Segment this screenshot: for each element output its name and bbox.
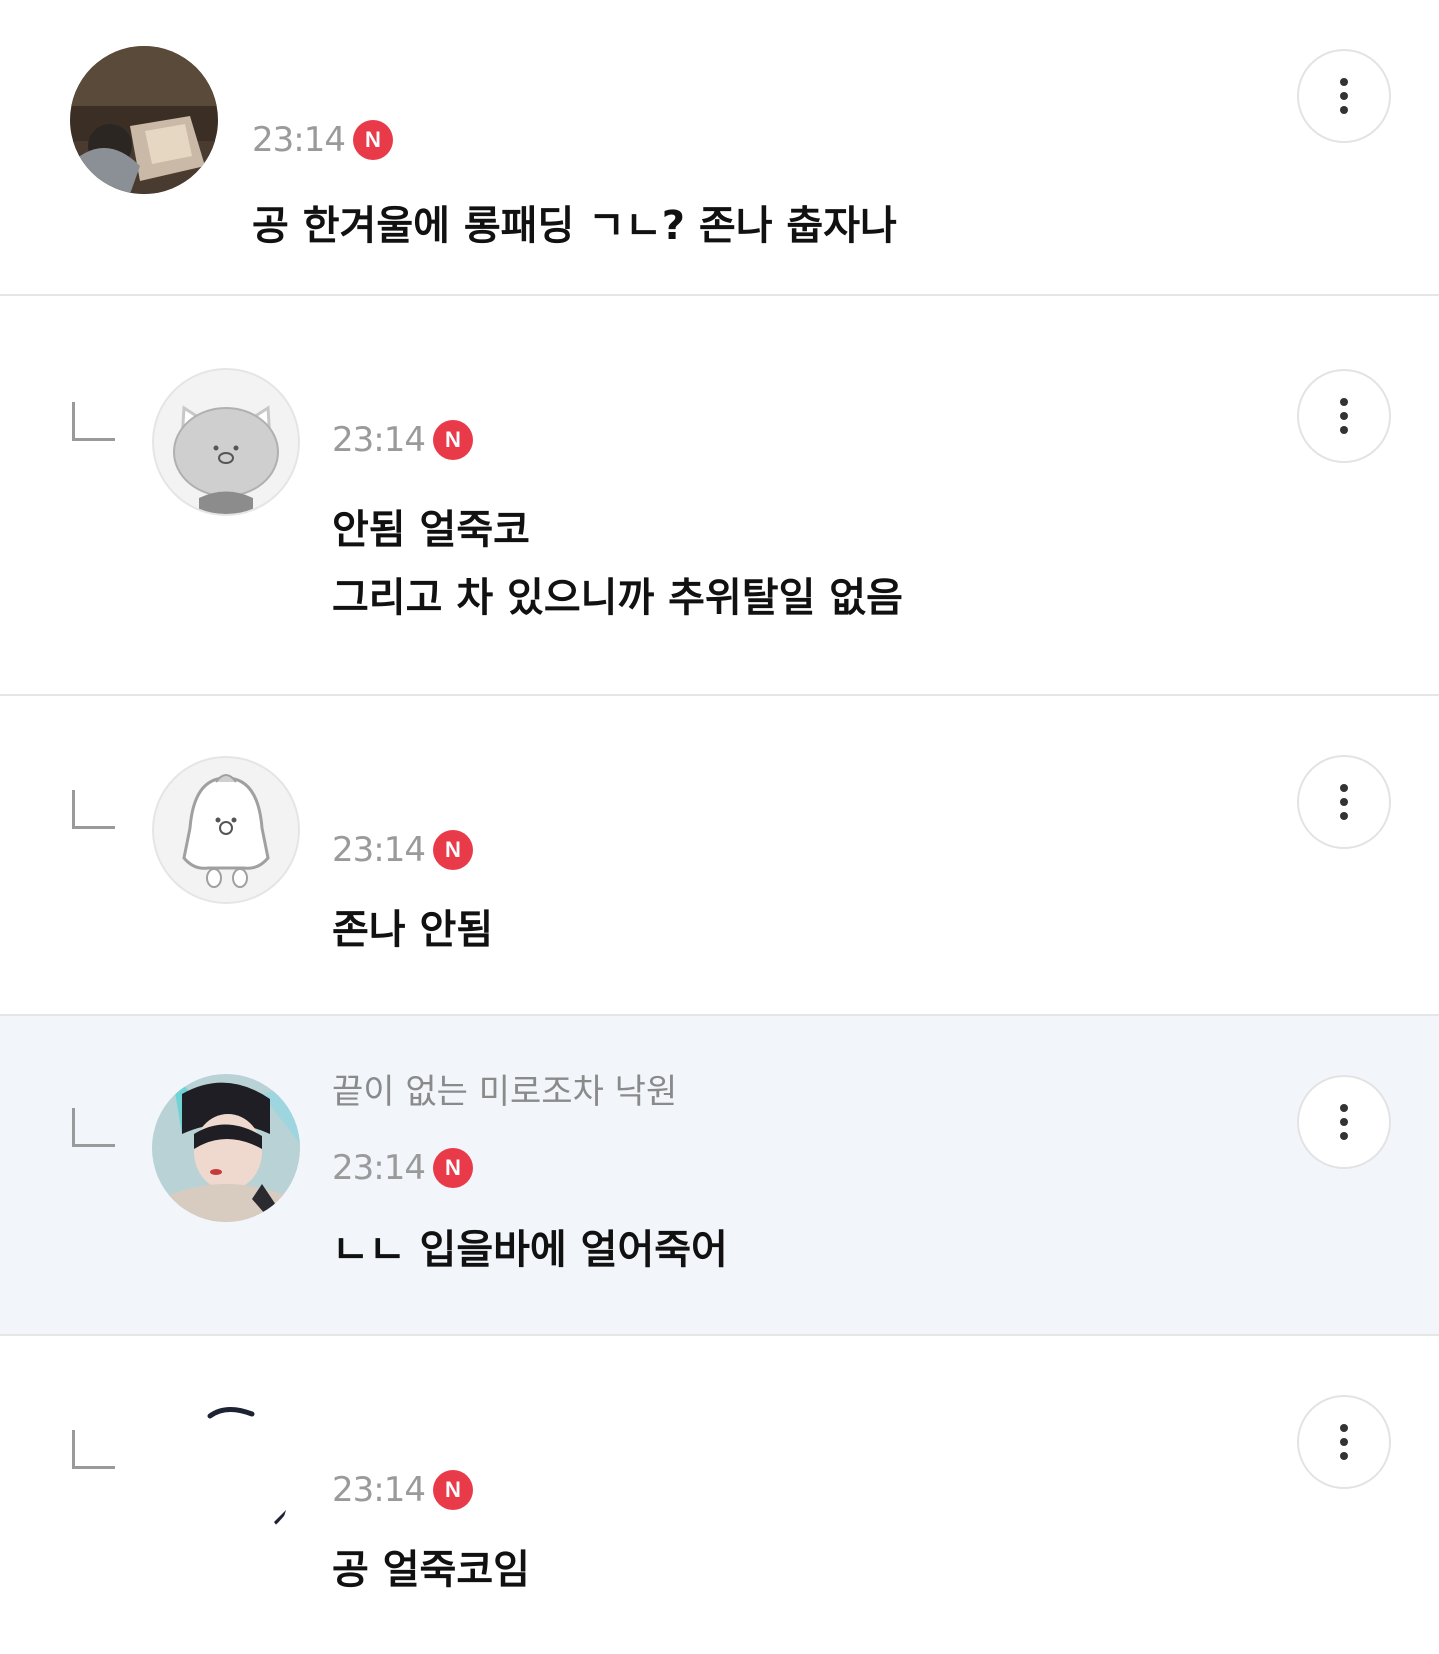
comment-meta: 23:14 N (332, 1148, 473, 1188)
more-vertical-icon-dot (1340, 1132, 1348, 1140)
photo-avatar-icon (207, 1407, 286, 1530)
penguin-avatar-icon (182, 774, 270, 888)
more-vertical-icon-dot (1340, 1452, 1348, 1460)
user-avatar[interactable] (152, 1396, 300, 1544)
user-avatar[interactable] (70, 46, 218, 194)
comment-item: 23:14 N 공 얼죽코임 (0, 1336, 1439, 1654)
comment-item: 23:14 N 공 한겨울에 롱패딩 ㄱㄴ? 존나 춥자나 (0, 0, 1439, 296)
reply-corner-icon (72, 1108, 115, 1147)
user-avatar[interactable] (152, 1074, 300, 1222)
more-vertical-icon-dot (1340, 812, 1348, 820)
new-badge: N (432, 830, 473, 870)
photo-avatar-icon (152, 1074, 300, 1222)
reply-corner-icon (72, 402, 115, 441)
more-vertical-icon-dot (1340, 1118, 1348, 1126)
more-options-button[interactable] (1297, 1075, 1391, 1169)
comment-meta: 23:14 N (332, 830, 473, 870)
more-vertical-icon (1340, 784, 1348, 792)
comment-nickname[interactable]: 끝이 없는 미로조차 낙원 (332, 1064, 677, 1113)
more-vertical-icon (1340, 1424, 1348, 1432)
comment-body: 안됨 얼죽코 그리고 차 있으니까 추위탈일 없음 (332, 507, 903, 621)
more-vertical-icon-dot (1340, 92, 1348, 100)
comment-meta: 23:14 N (332, 1470, 473, 1510)
new-badge: N (352, 120, 393, 160)
comment-body: 존나 안됨 (332, 907, 494, 953)
cat-avatar-icon (173, 405, 279, 514)
more-vertical-icon-dot (1340, 1438, 1348, 1446)
more-options-button[interactable] (1297, 369, 1391, 463)
comment-item: 23:14 N 존나 안됨 (0, 696, 1439, 1016)
comment-time: 23:14 (332, 420, 426, 460)
comment-body: 공 한겨울에 롱패딩 ㄱㄴ? 존나 춥자나 (252, 203, 897, 249)
more-vertical-icon (1340, 398, 1348, 406)
new-badge: N (432, 1148, 473, 1188)
comment-meta: 23:14 N (252, 120, 393, 160)
more-vertical-icon-dot (1340, 426, 1348, 434)
comment-item: 23:14 N 안됨 얼죽코 그리고 차 있으니까 추위탈일 없음 (0, 296, 1439, 696)
more-options-button[interactable] (1297, 755, 1391, 849)
comment-time: 23:14 (332, 1148, 426, 1188)
comment-time: 23:14 (332, 830, 426, 870)
comment-time: 23:14 (332, 1470, 426, 1510)
user-avatar[interactable] (152, 368, 300, 516)
more-vertical-icon-dot (1340, 106, 1348, 114)
comment-time: 23:14 (252, 120, 346, 160)
reply-corner-icon (72, 790, 115, 829)
reply-corner-icon (72, 1430, 115, 1469)
more-vertical-icon-dot (1340, 798, 1348, 806)
new-badge: N (432, 420, 473, 460)
photo-avatar-icon (70, 46, 218, 194)
comment-body: 공 얼죽코임 (332, 1547, 530, 1593)
more-vertical-icon (1340, 1104, 1348, 1112)
user-avatar[interactable] (152, 756, 300, 904)
more-vertical-icon (1340, 78, 1348, 86)
comment-meta: 23:14 N (332, 420, 473, 460)
more-options-button[interactable] (1297, 1395, 1391, 1489)
more-options-button[interactable] (1297, 49, 1391, 143)
new-badge: N (432, 1470, 473, 1510)
more-vertical-icon-dot (1340, 412, 1348, 420)
comment-item: 끝이 없는 미로조차 낙원 23:14 N ㄴㄴ 입을바에 얼어죽어 (0, 1016, 1439, 1336)
comment-body: ㄴㄴ 입을바에 얼어죽어 (332, 1227, 728, 1273)
